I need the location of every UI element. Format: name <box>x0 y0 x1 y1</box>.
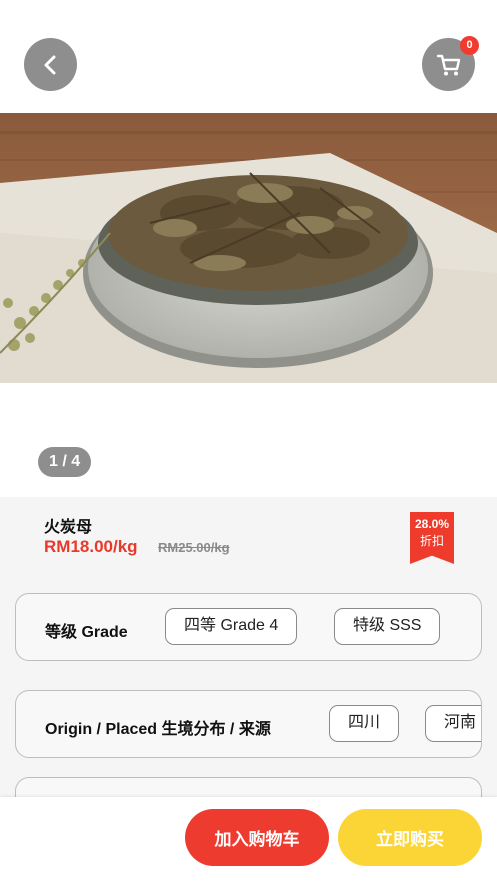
image-pager: 1 / 4 <box>38 447 92 477</box>
cart-button[interactable]: 0 <box>422 36 479 91</box>
origin-label: Origin / Placed 生境分布 / 来源 <box>45 721 271 738</box>
buy-now-button[interactable]: 立即购买 <box>338 809 482 866</box>
origin-option-card: Origin / Placed 生境分布 / 来源 四川 河南 <box>15 690 482 758</box>
product-image[interactable] <box>0 113 497 383</box>
product-price: RM18.00/kg <box>44 537 138 556</box>
chevron-left-icon <box>44 55 55 74</box>
discount-label: 折扣 <box>419 534 444 548</box>
top-bar: 0 <box>0 0 497 113</box>
original-price: RM25.00/kg <box>158 540 230 555</box>
bottom-action-bar: 加入购物车 立即购买 <box>0 797 497 883</box>
add-to-cart-button[interactable]: 加入购物车 <box>185 809 329 866</box>
grade-chip-grade-4[interactable]: 四等 Grade 4 <box>165 608 298 645</box>
grade-label: 等级 Grade <box>45 624 128 641</box>
cart-count-badge: 0 <box>460 36 479 55</box>
origin-chip-sichuan[interactable]: 四川 <box>329 705 400 742</box>
cart-icon <box>436 54 460 75</box>
herb-bowl-image <box>0 113 497 383</box>
grade-option-card: 等级 Grade 四等 Grade 4 特级 SSS <box>15 593 482 661</box>
grade-chip-sss[interactable]: 特级 SSS <box>334 608 441 645</box>
product-name: 火炭母 <box>44 519 93 536</box>
discount-percent: 28.0% <box>414 517 450 531</box>
origin-chip-henan[interactable]: 河南 <box>425 705 481 742</box>
back-button[interactable] <box>24 38 77 91</box>
